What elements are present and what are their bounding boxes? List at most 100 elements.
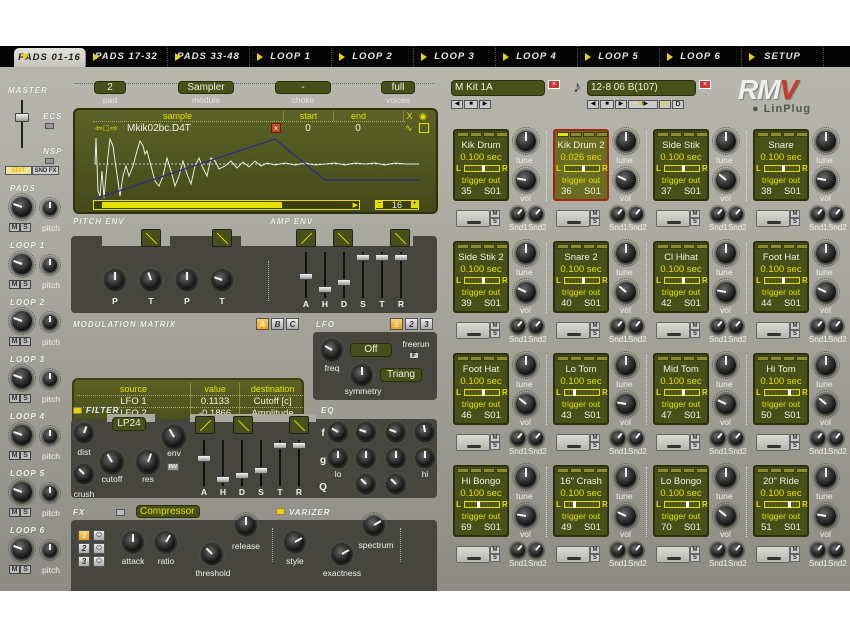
pad-time[interactable]: 0.100 sec: [455, 376, 507, 387]
pad-o-button[interactable]: [496, 356, 508, 361]
pad-snd2-knob[interactable]: [529, 431, 543, 445]
kit-next-icon[interactable]: ▶: [479, 100, 491, 109]
pan-indicator[interactable]: [681, 277, 685, 284]
amp-env-a-slider[interactable]: [299, 272, 313, 280]
pad-output[interactable]: S01: [484, 410, 501, 421]
pad-trigger-note[interactable]: 35: [461, 186, 472, 197]
pad-tune-knob[interactable]: [812, 239, 840, 267]
pan-indicator[interactable]: [481, 389, 485, 396]
kit-clear-icon[interactable]: ×: [548, 80, 560, 89]
pad-l-button[interactable]: [483, 468, 495, 473]
amp-env-release-curve-button[interactable]: [390, 229, 410, 247]
varizer-style-knob[interactable]: [282, 529, 308, 555]
drum-pad[interactable]: 16" Crash 0.100 sec L Rtrigger out 49 S01 tune…: [549, 463, 649, 573]
pad-display[interactable]: Lo Tom 0.100 sec L Rtrigger out 43 S01: [553, 353, 609, 425]
pad-pan-slider[interactable]: [464, 501, 500, 508]
pad-tune-knob[interactable]: [612, 463, 640, 491]
pan-indicator[interactable]: [581, 165, 585, 172]
scroll-left-icon[interactable]: ◀: [95, 201, 100, 209]
pad-display[interactable]: Side Stik 2 0.100 sec L Rtrigger out 39 S01: [453, 241, 509, 313]
solo-button[interactable]: S: [20, 451, 31, 460]
filter-enable-toggle[interactable]: [73, 407, 82, 414]
pad-time[interactable]: 0.100 sec: [655, 488, 707, 499]
sample-nav-icons[interactable]: ⇦□⇨: [95, 123, 119, 134]
tab-pads-01-16[interactable]: PADS 01-16: [14, 48, 86, 67]
varizer-enable-toggle[interactable]: [276, 508, 285, 515]
pad-solo-button[interactable]: S: [790, 218, 800, 226]
pad-trigger-note[interactable]: 46: [461, 410, 472, 421]
pad-solo-button[interactable]: S: [790, 554, 800, 562]
pad-time[interactable]: 0.100 sec: [755, 264, 807, 275]
pad-tune-knob[interactable]: [512, 351, 540, 379]
tab-loop-5[interactable]: LOOP 5: [578, 46, 660, 67]
pad-output[interactable]: S01: [684, 298, 701, 309]
pad-e-button[interactable]: [657, 356, 669, 361]
pad-time[interactable]: 0.100 sec: [655, 264, 707, 275]
pad-trigger-note[interactable]: 70: [661, 522, 672, 533]
pad-trigger-button[interactable]: [656, 322, 690, 339]
pad-trigger-note[interactable]: 50: [761, 410, 772, 421]
remove-sample-icon[interactable]: ×: [271, 123, 281, 133]
solo-button[interactable]: S: [20, 280, 31, 289]
mod-bank-b-button[interactable]: B: [271, 318, 284, 330]
pad-l-button[interactable]: [583, 244, 595, 249]
pad-tune-knob[interactable]: [712, 127, 740, 155]
pad-o-button[interactable]: [796, 356, 808, 361]
pad-snd1-knob[interactable]: [811, 543, 825, 557]
pad-output[interactable]: S01: [484, 186, 501, 197]
pad-m-button[interactable]: [570, 468, 582, 473]
eq-knob[interactable]: [326, 420, 350, 444]
lfo-waveform-select[interactable]: Triang: [380, 368, 422, 382]
pad-display[interactable]: Hi Bongo 0.100 sec L Rtrigger out 69 S01: [453, 465, 509, 537]
hold-button[interactable]: H: [659, 100, 671, 109]
pad-vol-knob[interactable]: [812, 278, 840, 306]
pad-mute-button[interactable]: M: [590, 434, 600, 442]
pad-o-button[interactable]: [696, 132, 708, 137]
eq-knob[interactable]: [413, 420, 437, 444]
solo-button[interactable]: S: [20, 394, 31, 403]
pad-pan-slider[interactable]: [764, 165, 800, 172]
amp-env-attack-curve-button[interactable]: [296, 229, 316, 247]
channel-volume-knob[interactable]: [8, 364, 36, 392]
solo-button[interactable]: S: [20, 565, 31, 574]
drum-pad[interactable]: Snare 0.100 sec L Rtrigger out 38 S01 tune vol M…: [749, 127, 849, 237]
fx-slot-3-button[interactable]: 3: [78, 556, 90, 567]
pad-m-button[interactable]: [670, 132, 682, 137]
pad-solo-button[interactable]: S: [490, 442, 500, 450]
pad-output[interactable]: S01: [584, 522, 601, 533]
pad-trigger-note[interactable]: 51: [761, 522, 772, 533]
filter-crush-knob[interactable]: [72, 462, 96, 486]
pad-trigger-note[interactable]: 39: [461, 298, 472, 309]
pad-pan-slider[interactable]: [564, 277, 600, 284]
pad-time[interactable]: 0.100 sec: [655, 152, 707, 163]
mod-bank-c-button[interactable]: C: [286, 318, 299, 330]
pad-trigger-button[interactable]: [556, 546, 590, 563]
pad-display[interactable]: Foot Hat 0.100 sec L Rtrigger out 46 S01: [453, 353, 509, 425]
pad-trigger-button[interactable]: [556, 210, 590, 227]
tab-setup[interactable]: SETUP: [742, 46, 824, 67]
pad-tune-knob[interactable]: [612, 239, 640, 267]
pad-time[interactable]: 0.100 sec: [455, 264, 507, 275]
pad-e-button[interactable]: [757, 468, 769, 473]
pad-m-button[interactable]: [570, 356, 582, 361]
mute-button[interactable]: M: [9, 451, 20, 460]
solo-button[interactable]: S: [20, 223, 31, 232]
mute-button[interactable]: M: [9, 280, 20, 289]
pad-o-button[interactable]: [596, 132, 608, 137]
pad-mute-button[interactable]: M: [590, 322, 600, 330]
pad-m-button[interactable]: [770, 132, 782, 137]
pad-output[interactable]: S01: [584, 186, 601, 197]
filter-res-knob[interactable]: [134, 448, 162, 476]
pad-tune-knob[interactable]: [612, 127, 640, 155]
choke-select[interactable]: -: [275, 81, 331, 94]
pitch-env-knob[interactable]: [138, 267, 164, 293]
loop-folder-icon[interactable]: ■: [600, 100, 614, 109]
pad-snd1-knob[interactable]: [511, 319, 525, 333]
pad-solo-button[interactable]: S: [590, 330, 600, 338]
channel-volume-knob[interactable]: [8, 421, 36, 449]
lfo-3-button[interactable]: 3: [420, 318, 433, 330]
pad-snd1-knob[interactable]: [811, 319, 825, 333]
pad-trigger-button[interactable]: [656, 434, 690, 451]
tab-loop-2[interactable]: LOOP 2: [332, 46, 414, 67]
tab-pads-33-48[interactable]: PADS 33-48: [168, 46, 250, 67]
